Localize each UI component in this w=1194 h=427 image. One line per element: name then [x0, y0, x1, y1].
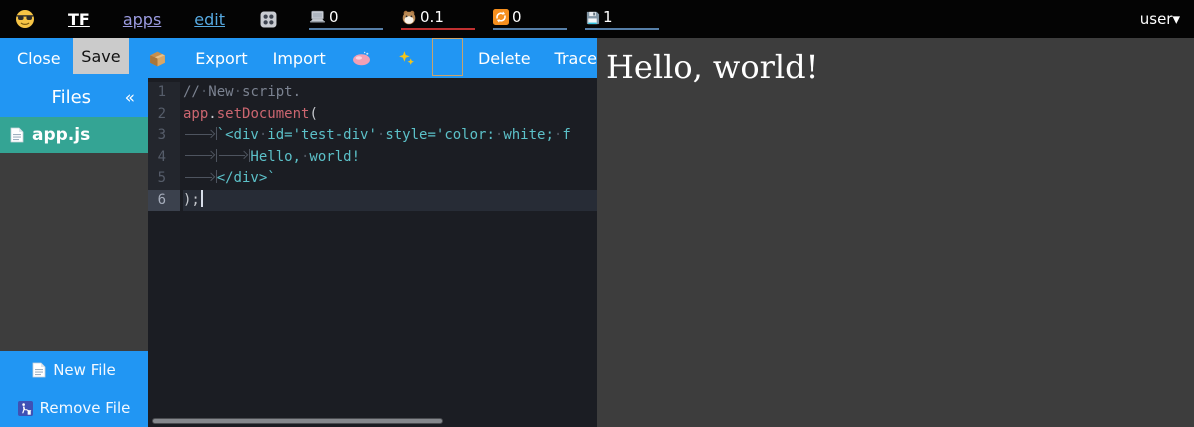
- counter-value: 0: [329, 8, 339, 26]
- gutter-line-number: 2: [148, 104, 180, 126]
- document-preview: Hello, world!: [597, 38, 1194, 427]
- export-button[interactable]: Export: [195, 49, 247, 68]
- file-page-icon: [10, 127, 24, 143]
- editor-horizontal-scrollbar: [148, 415, 597, 427]
- save-button[interactable]: Save: [73, 38, 130, 74]
- nav-link-edit[interactable]: edit: [194, 10, 225, 29]
- refresh-icon: [493, 9, 509, 25]
- files-panel-header: Files «: [0, 78, 148, 117]
- tab-whitespace-marker: [183, 170, 217, 183]
- code-line[interactable]: );: [183, 190, 597, 212]
- tab-whitespace-marker: [183, 127, 217, 140]
- counter-value: 0: [512, 8, 522, 26]
- file-list: app.js: [0, 117, 148, 351]
- user-menu[interactable]: user▾: [1140, 10, 1180, 28]
- file-page-icon: [32, 362, 46, 378]
- action-label: Remove File: [40, 399, 131, 417]
- files-panel-title: Files: [0, 87, 125, 108]
- counter-fields: 0 0.1 0 1: [309, 8, 659, 30]
- gutter-line-number: 1: [148, 82, 180, 104]
- refresh-counter-field[interactable]: 0: [493, 8, 567, 30]
- code-token: `<div·id='test-div'·style='color:·white;…: [217, 127, 571, 143]
- remove-file-button[interactable]: Remove File: [0, 389, 148, 427]
- soap-icon[interactable]: [352, 51, 371, 66]
- caret-down-icon: ▾: [1172, 10, 1180, 28]
- code-token: (: [309, 106, 317, 122]
- code-line[interactable]: Hello,·world!: [183, 147, 597, 169]
- file-name: app.js: [32, 125, 90, 145]
- nav-link-apps[interactable]: apps: [123, 10, 161, 29]
- text-cursor: [201, 190, 203, 207]
- scrollbar-thumb[interactable]: [152, 418, 443, 424]
- gutter-line-number: 5: [148, 168, 180, 190]
- code-line[interactable]: `<div·id='test-div'·style='color:·white;…: [183, 125, 597, 147]
- counter-value: 1: [603, 8, 613, 26]
- code-token: </div>`: [217, 170, 276, 186]
- code-token: Hello,·world!: [250, 149, 360, 165]
- hamster-counter-field[interactable]: 0.1: [401, 8, 475, 30]
- hamster-icon: [401, 9, 417, 25]
- code-editor[interactable]: 123456 //·New·script.app.setDocument(`<d…: [148, 78, 597, 427]
- gutter-line-number: 6: [148, 190, 180, 212]
- new-file-button[interactable]: New File: [0, 351, 148, 389]
- collapse-sidebar-button[interactable]: «: [125, 88, 148, 108]
- topbar: TF apps edit 0 0.1 0 1 user▾: [0, 0, 1194, 38]
- code-line[interactable]: app.setDocument(: [183, 104, 597, 126]
- sidebar-actions: New File Remove File: [0, 351, 148, 427]
- editor-gutter: 123456: [148, 82, 180, 211]
- package-icon[interactable]: [148, 50, 167, 67]
- floppy-counter-field[interactable]: 1: [585, 8, 659, 30]
- code-line[interactable]: //·New·script.: [183, 82, 597, 104]
- code-token: );: [183, 192, 200, 208]
- app-root: TF apps edit 0 0.1 0 1 user▾ Close Save Exp…: [0, 0, 1194, 427]
- smiley-sunglasses-icon[interactable]: [15, 9, 35, 29]
- sparkles-icon[interactable]: [398, 50, 415, 67]
- import-button[interactable]: Import: [273, 49, 326, 68]
- brand-link[interactable]: TF: [68, 10, 90, 29]
- control-knobs-icon[interactable]: [260, 11, 277, 28]
- code-line[interactable]: </div>`: [183, 168, 597, 190]
- floppy-disk-icon: [585, 10, 600, 25]
- laptop-icon: [309, 10, 326, 24]
- litter-bin-icon: [18, 401, 33, 416]
- delete-button[interactable]: Delete: [478, 49, 531, 68]
- preview-heading: Hello, world!: [597, 38, 1194, 86]
- toolbar-empty-box[interactable]: [432, 38, 463, 76]
- action-label: New File: [53, 361, 116, 379]
- laptop-counter-field[interactable]: 0: [309, 8, 383, 30]
- toolbar: Close Save Export Import Delete Trace: [0, 38, 597, 78]
- code-token: .: [208, 106, 216, 122]
- gutter-line-number: 3: [148, 125, 180, 147]
- tab-whitespace-marker: [183, 149, 217, 162]
- user-menu-label: user: [1140, 10, 1173, 28]
- file-item[interactable]: app.js: [0, 117, 148, 153]
- code-token: app: [183, 106, 208, 122]
- close-button[interactable]: Close: [17, 49, 61, 68]
- gutter-line-number: 4: [148, 147, 180, 169]
- counter-value: 0.1: [420, 8, 444, 26]
- code-token: setDocument: [217, 106, 310, 122]
- code-token: //·New·script.: [183, 84, 301, 100]
- editor-code-area[interactable]: //·New·script.app.setDocument(`<div·id='…: [180, 82, 597, 211]
- trace-button[interactable]: Trace: [555, 49, 597, 68]
- tab-whitespace-marker: [217, 149, 251, 162]
